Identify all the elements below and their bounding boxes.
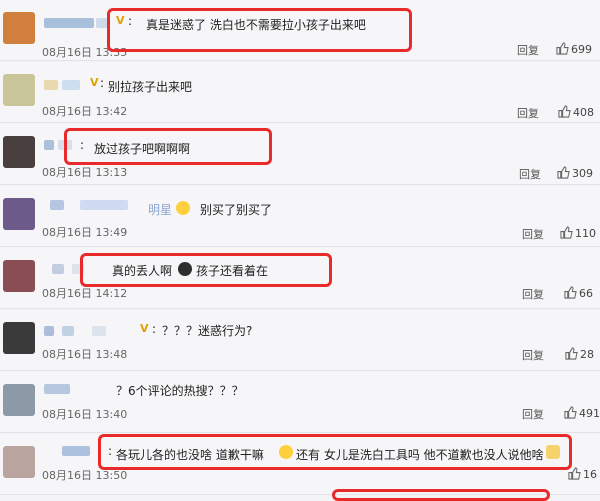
- avatar[interactable]: [3, 136, 35, 168]
- like-count: 16: [583, 468, 597, 481]
- blurred-username: [44, 384, 70, 394]
- thumbs-up-icon: [556, 42, 569, 55]
- blurred-username: [50, 200, 64, 210]
- avatar[interactable]: [3, 446, 35, 478]
- like-count: 66: [579, 287, 593, 300]
- comment-item: V : 别拉孩子出来吧 08月16日 13:42 回复 408: [0, 62, 600, 123]
- thumbs-up-icon: [565, 347, 578, 360]
- thumbs-up-icon: [564, 286, 577, 299]
- like-button[interactable]: 408: [558, 105, 594, 119]
- avatar[interactable]: [3, 12, 35, 44]
- reply-button[interactable]: 回复: [517, 105, 539, 121]
- comment-item: ？6个评论的热搜？？？ 08月16日 13:40 回复 491: [0, 372, 600, 433]
- highlight-box: [107, 8, 412, 52]
- like-count: 28: [580, 348, 594, 361]
- blurred-username: [92, 326, 106, 336]
- comment-time: 08月16日 13:13: [42, 166, 128, 179]
- comment-time: 08月16日 13:48: [42, 348, 128, 361]
- blurred-username: [44, 326, 54, 336]
- comment-time: 08月16日 13:49: [42, 226, 128, 239]
- verified-badge-icon: V: [140, 322, 149, 335]
- thumbs-up-icon: [558, 105, 571, 118]
- verified-badge-icon: V: [90, 76, 99, 89]
- comment-item: 明星 别买了别买了 08月16日 13:49 回复 110: [0, 186, 600, 247]
- blurred-username: [62, 326, 74, 336]
- highlight-box: [64, 128, 272, 165]
- like-button[interactable]: 309: [557, 166, 593, 180]
- avatar[interactable]: [3, 74, 35, 106]
- highlight-box: [98, 434, 572, 470]
- blurred-username: [62, 446, 90, 456]
- comment-text: 别买了别买了: [200, 203, 273, 217]
- reply-button[interactable]: 回复: [517, 42, 539, 58]
- like-button[interactable]: 28: [565, 347, 594, 361]
- comment-text: ？？？迷惑行为?: [162, 324, 253, 338]
- comment-time: 08月16日 13:40: [42, 408, 128, 421]
- like-count: 491: [579, 407, 600, 420]
- avatar[interactable]: [3, 198, 35, 230]
- avatar[interactable]: [3, 260, 35, 292]
- comment-text: ？6个评论的热搜？？？: [116, 384, 244, 398]
- comment-colon: :: [152, 322, 157, 336]
- blurred-username: [52, 264, 64, 274]
- comment-item: V : ？？？迷惑行为? 08月16日 13:48 回复 28: [0, 310, 600, 371]
- like-button[interactable]: 491: [564, 406, 600, 420]
- comment-time: 08月16日 14:12: [42, 287, 128, 300]
- like-button[interactable]: 66: [564, 286, 593, 300]
- blurred-username: [44, 80, 58, 90]
- reply-button[interactable]: 回复: [522, 347, 544, 363]
- reply-button[interactable]: 回复: [522, 226, 544, 242]
- blurred-username: [62, 80, 80, 90]
- like-button[interactable]: 699: [556, 42, 592, 56]
- reply-button[interactable]: 回复: [522, 406, 544, 422]
- comment-text: 别拉孩子出来吧: [108, 80, 193, 94]
- blurred-username: [44, 18, 94, 28]
- avatar[interactable]: [3, 322, 35, 354]
- thumbs-up-icon: [568, 467, 581, 480]
- highlight-box: [80, 253, 332, 287]
- grin-emoji-icon: [176, 201, 190, 215]
- like-count: 110: [575, 227, 596, 240]
- reply-button[interactable]: 回复: [522, 286, 544, 302]
- comment-time: 08月16日 13:42: [42, 105, 128, 118]
- like-count: 408: [573, 106, 594, 119]
- blurred-username: [44, 140, 54, 150]
- like-button[interactable]: 110: [560, 226, 596, 240]
- like-button[interactable]: 16: [568, 467, 597, 481]
- highlight-box: [332, 489, 550, 501]
- blurred-username: [80, 200, 128, 210]
- name-suffix: 明星: [148, 203, 173, 217]
- avatar[interactable]: [3, 384, 35, 416]
- like-count: 699: [571, 43, 592, 56]
- thumbs-up-icon: [560, 226, 573, 239]
- like-count: 309: [572, 167, 593, 180]
- comment-colon: :: [100, 76, 105, 90]
- reply-button[interactable]: 回复: [519, 166, 541, 182]
- thumbs-up-icon: [557, 166, 570, 179]
- thumbs-up-icon: [564, 406, 577, 419]
